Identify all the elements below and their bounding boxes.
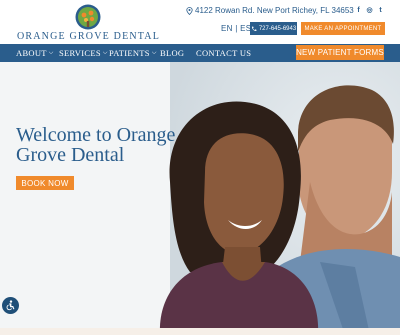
- site-header: ORANGE GROVE DENTAL 4122 Rowan Rd. New P…: [0, 0, 400, 44]
- instagram-icon[interactable]: ◎: [366, 6, 373, 14]
- social-links: f ◎ t: [355, 6, 384, 15]
- address-text: 4122 Rowan Rd. New Port Richey, FL 34653: [195, 6, 354, 15]
- nav-item-services[interactable]: SERVICES ⌵: [59, 44, 108, 62]
- phone-number: 727-645-6943: [258, 25, 297, 32]
- nav-item-contact[interactable]: CONTACT US: [196, 44, 251, 62]
- nav-item-label: PATIENTS: [109, 48, 150, 58]
- chevron-down-icon: ⌵: [48, 49, 54, 56]
- nav-item-about[interactable]: ABOUT ⌵: [16, 44, 54, 62]
- new-patient-forms-button[interactable]: NEW PATIENT FORMS: [296, 45, 384, 60]
- accessibility-icon: [6, 300, 15, 311]
- chevron-down-icon: ⌵: [151, 49, 157, 56]
- bottom-strip: [0, 328, 400, 335]
- language-switcher[interactable]: EN | ES: [221, 24, 251, 33]
- book-now-button[interactable]: BOOK NOW: [16, 176, 74, 190]
- chevron-down-icon: ⌵: [102, 49, 108, 56]
- twitter-icon[interactable]: t: [377, 6, 384, 14]
- nav-item-blog[interactable]: BLOG: [160, 44, 184, 62]
- nav-item-label: CONTACT US: [196, 48, 252, 58]
- hero-section: Welcome to Orange Grove Dental BOOK NOW: [0, 62, 400, 335]
- make-appointment-button[interactable]: MAKE AN APPOINTMENT: [301, 22, 385, 35]
- nav-item-label: SERVICES: [59, 48, 101, 58]
- facebook-icon[interactable]: f: [355, 6, 362, 14]
- phone-icon: [251, 26, 257, 31]
- logo-text: ORANGE GROVE DENTAL: [16, 31, 161, 42]
- map-pin-icon: [186, 6, 193, 15]
- nav-item-label: ABOUT: [16, 48, 47, 58]
- accessibility-button[interactable]: [2, 297, 19, 314]
- nav-item-label: BLOG: [160, 48, 185, 58]
- nav-item-patients[interactable]: PATIENTS ⌵: [109, 44, 157, 62]
- hero-heading: Welcome to Orange Grove Dental: [16, 124, 176, 166]
- address[interactable]: 4122 Rowan Rd. New Port Richey, FL 34653: [186, 6, 354, 15]
- logo[interactable]: ORANGE GROVE DENTAL: [16, 4, 161, 42]
- couple-hero-image: [0, 62, 400, 335]
- phone-button[interactable]: 727-645-6943: [250, 22, 297, 35]
- orange-tree-logo-icon: [75, 4, 101, 30]
